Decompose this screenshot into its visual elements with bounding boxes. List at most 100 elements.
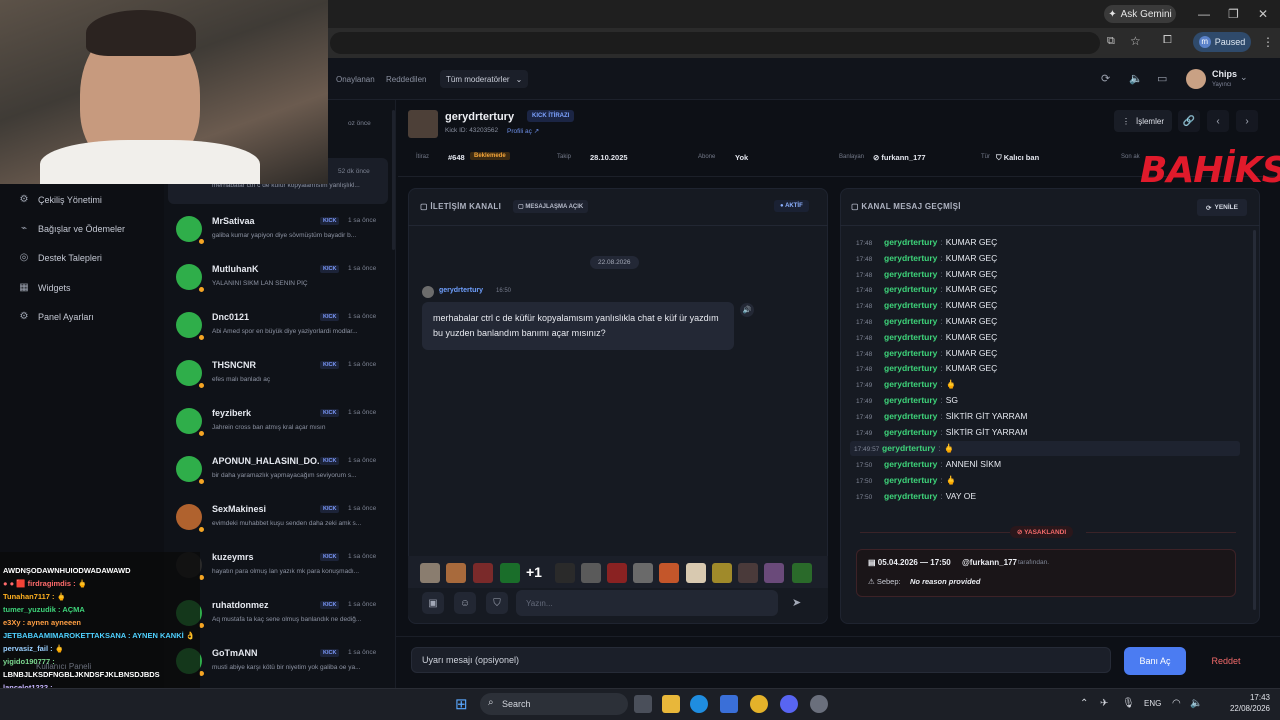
message-input[interactable]: Yazın... [516, 590, 778, 616]
chat-bubble-icon[interactable]: ▭ [1157, 72, 1167, 85]
profile-paused-button[interactable]: m Paused [1193, 32, 1251, 52]
minimize-icon[interactable]: — [1198, 7, 1210, 21]
history-user[interactable]: gerydrtertury [884, 363, 937, 373]
history-user[interactable]: gerydrtertury [884, 491, 937, 501]
volume-icon[interactable]: 🔈 [1190, 698, 1202, 709]
chevron-right-icon[interactable]: › [1236, 110, 1258, 132]
send-icon[interactable]: ➤ [792, 596, 801, 609]
sidebar-item-settings[interactable]: ⚙ Panel Ayarları [18, 311, 94, 322]
refresh-button[interactable]: ⟳ YENİLE [1197, 199, 1247, 216]
file-explorer-icon[interactable] [662, 695, 680, 713]
emote-icon[interactable] [446, 563, 466, 583]
image-icon[interactable]: ▣ [422, 592, 444, 614]
history-user[interactable]: gerydrtertury [884, 269, 937, 279]
emote-icon[interactable] [420, 563, 440, 583]
tray-time[interactable]: 17:43 [1226, 693, 1270, 702]
history-user[interactable]: gerydrtertury [884, 284, 937, 294]
list-item[interactable]: GoTmANN KICK 1 sa önce musti abiye karşı… [168, 642, 388, 688]
sidebar-item-widgets[interactable]: ▦ Widgets [18, 282, 70, 293]
history-user[interactable]: gerydrtertury [884, 459, 937, 469]
avatar[interactable] [1186, 69, 1206, 89]
history-scrollbar[interactable] [1253, 230, 1256, 610]
extensions-icon[interactable]: ⧠ [1163, 34, 1172, 47]
tray-network-off-icon[interactable]: ✈ [1100, 698, 1108, 709]
emote-icon[interactable] [738, 563, 758, 583]
reject-button[interactable]: Reddet [1198, 647, 1254, 675]
emote-icon[interactable] [555, 563, 575, 583]
bookmark-star-icon[interactable]: ☆ [1130, 34, 1141, 48]
emote-icon[interactable] [686, 563, 706, 583]
history-user[interactable]: gerydrtertury [884, 379, 937, 389]
history-user[interactable]: gerydrtertury [884, 395, 937, 405]
list-item[interactable]: APONUN_HALASINI_DO... KICK 1 sa önce bir… [168, 450, 388, 496]
tray-chevron-up-icon[interactable]: ⌃ [1080, 698, 1088, 709]
tab-approved[interactable]: Onaylanan [336, 75, 375, 84]
maximize-icon[interactable]: ❐ [1228, 7, 1239, 21]
windows-start-icon[interactable]: ⊞ [455, 695, 473, 713]
emote-icon[interactable] [659, 563, 679, 583]
app-icon[interactable] [810, 695, 828, 713]
emote-icon[interactable] [633, 563, 653, 583]
chevron-left-icon[interactable]: ‹ [1207, 110, 1229, 132]
sidebar-item-donations[interactable]: ⌁ Bağışlar ve Ödemeler [18, 223, 125, 234]
emoji-icon[interactable]: ☺ [454, 592, 476, 614]
sidebar-item-support[interactable]: ◎ Destek Talepleri [18, 252, 102, 263]
list-item[interactable]: MrSativaa KICK 1 sa önce galiba kumar ya… [168, 210, 388, 256]
history-user[interactable]: gerydrtertury [882, 443, 935, 453]
list-item[interactable]: MutluhanK KICK 1 sa önce YALANINI SIKM L… [168, 258, 388, 304]
store-icon[interactable] [720, 695, 738, 713]
link-icon[interactable]: 🔗 [1178, 110, 1200, 132]
wifi-icon[interactable]: ◠ [1172, 698, 1181, 709]
history-user[interactable]: gerydrtertury [884, 316, 937, 326]
tray-language[interactable]: ENG [1144, 699, 1161, 708]
history-user[interactable]: gerydrtertury [884, 237, 937, 247]
list-item[interactable]: SexMakinesi KICK 1 sa önce evimdeki muha… [168, 498, 388, 544]
task-view-icon[interactable] [634, 695, 652, 713]
emote-icon[interactable] [500, 563, 520, 583]
taskbar-search[interactable]: Search [480, 693, 628, 715]
sidebar-item-giveaways[interactable]: ⚙ Çekiliş Yönetimi [18, 194, 102, 205]
history-user[interactable]: gerydrtertury [884, 475, 937, 485]
emote-icon[interactable] [792, 563, 812, 583]
moderator-filter-select[interactable]: Tüm moderatörler ⌄ [440, 70, 528, 88]
refresh-icon[interactable]: ⟳ [1101, 72, 1110, 85]
unban-button[interactable]: Banı Aç [1124, 647, 1186, 675]
list-item[interactable]: THSNCNR KICK 1 sa önce efes malı banladı… [168, 354, 388, 400]
emote-icon[interactable] [473, 563, 493, 583]
tab-rejected[interactable]: Reddedilen [386, 75, 426, 84]
ask-gemini-button[interactable]: ✦ Ask Gemini [1104, 5, 1176, 23]
emote-icon[interactable] [712, 563, 732, 583]
warning-message-input[interactable]: Uyarı mesajı (opsiyonel) [411, 647, 1111, 673]
chevron-down-icon[interactable]: ⌄ [1240, 72, 1248, 83]
emote-icon[interactable] [607, 563, 627, 583]
history-user[interactable]: gerydrtertury [884, 332, 937, 342]
edge-icon[interactable] [690, 695, 708, 713]
list-item[interactable]: ruhatdonmez KICK 1 sa önce Aq mustafa ta… [168, 594, 388, 640]
history-user[interactable]: gerydrtertury [884, 427, 937, 437]
browser-menu-icon[interactable]: ⋮ [1262, 35, 1274, 49]
close-icon[interactable]: ✕ [1258, 7, 1268, 21]
tray-date[interactable]: 22/08/2026 [1206, 704, 1270, 713]
history-user[interactable]: gerydrtertury [884, 348, 937, 358]
translate-icon[interactable]: 🔊 [740, 303, 754, 317]
profile-link[interactable]: Profili aç ↗ [507, 127, 539, 135]
chrome-icon[interactable] [750, 695, 768, 713]
emote-icon[interactable] [764, 563, 784, 583]
list-item[interactable]: Dnc0121 KICK 1 sa önce Abi Amed spor en … [168, 306, 388, 352]
cast-icon[interactable]: ⧉ [1107, 35, 1115, 48]
microphone-icon[interactable]: 🎙 [1122, 698, 1135, 709]
conversation-scrollbar[interactable] [392, 110, 395, 250]
history-user[interactable]: gerydrtertury [884, 253, 937, 263]
history-user[interactable]: gerydrtertury [884, 300, 937, 310]
message-author[interactable]: gerydrtertury [439, 287, 483, 294]
emote-plus-one[interactable]: +1 [526, 564, 542, 580]
history-user[interactable]: gerydrtertury [884, 411, 937, 421]
volume-icon[interactable]: 🔈 [1129, 72, 1143, 85]
address-bar[interactable] [330, 32, 1100, 54]
list-item[interactable]: feyziberk KICK 1 sa önce Jahrein cross b… [168, 402, 388, 448]
discord-icon[interactable] [780, 695, 798, 713]
actions-button[interactable]: ⋮ İşlemler [1114, 110, 1172, 132]
list-item[interactable]: kuzeymrs KICK 1 sa önce hayatın para olm… [168, 546, 388, 592]
emote-icon[interactable] [581, 563, 601, 583]
shield-icon[interactable]: ⛉ [486, 592, 508, 614]
